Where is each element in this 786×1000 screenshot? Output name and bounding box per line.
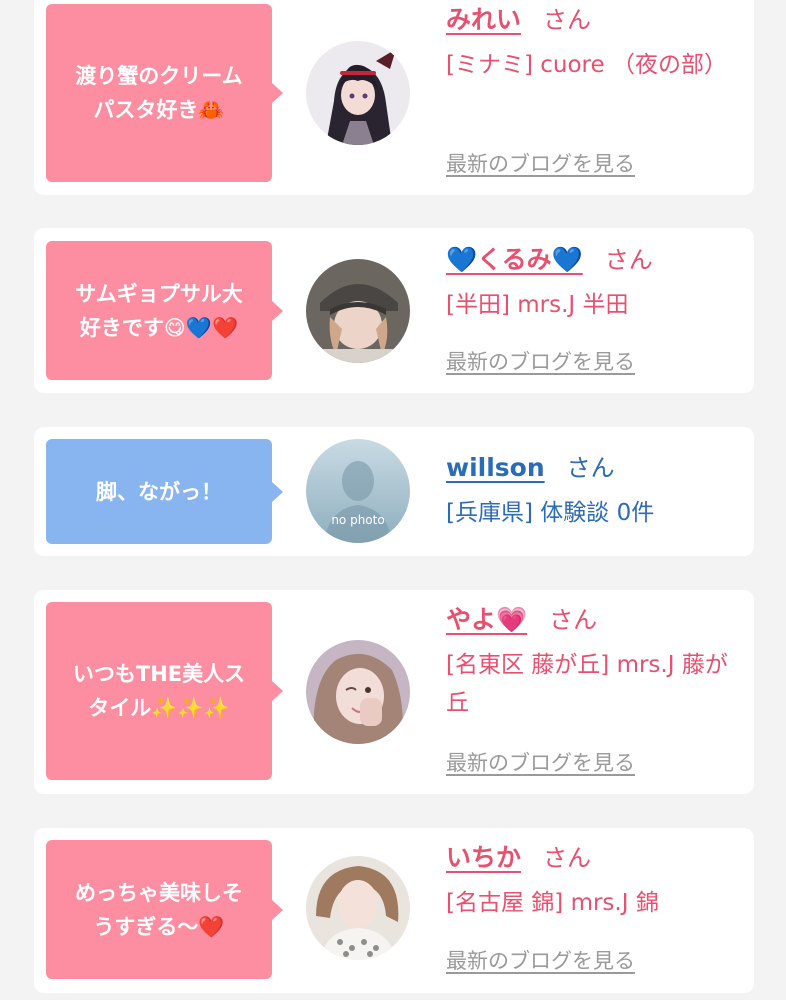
reviewer-name-link[interactable]: willson bbox=[446, 453, 545, 482]
latest-blog-link[interactable]: 最新のブログを見る bbox=[446, 747, 635, 777]
anime-girl-avatar[interactable] bbox=[306, 41, 410, 145]
honorific: さん bbox=[604, 246, 653, 274]
shop-label: [半田] mrs.J 半田 bbox=[446, 292, 629, 318]
latest-blog-link[interactable]: 最新のブログを見る bbox=[446, 945, 635, 975]
woman-winking-avatar[interactable] bbox=[306, 640, 410, 744]
review-card: めっちゃ美味しそ うすぎる〜❤️ いちか さん [名古屋 錦] mrs.J 錦 最… bbox=[34, 828, 754, 993]
review-card: いつもTHE美人ス タイル✨✨✨ やよ💗 さん [名東区 藤が丘] mrs.J 藤… bbox=[34, 590, 754, 794]
reviewer-info: willson さん [兵庫県] 体験談 0件 bbox=[446, 452, 746, 532]
woman-in-cap-avatar[interactable] bbox=[306, 259, 410, 363]
reviewer-info: いちか さん [名古屋 錦] mrs.J 錦 bbox=[446, 842, 746, 922]
review-card: 渡り蟹のクリーム パスタ好き🦀 みれい さん [ミナミ] cuore （夜の部） … bbox=[34, 0, 754, 195]
shop-label: [名東区 藤が丘] mrs.J 藤が丘 bbox=[446, 652, 728, 716]
shop-label: [名古屋 錦] mrs.J 錦 bbox=[446, 890, 659, 916]
comment-bubble: 渡り蟹のクリーム パスタ好き🦀 bbox=[46, 4, 283, 182]
reviewer-info: 💙くるみ💙 さん [半田] mrs.J 半田 bbox=[446, 244, 746, 324]
comment-bubble: いつもTHE美人ス タイル✨✨✨ bbox=[46, 602, 283, 780]
shop-label: [ミナミ] cuore （夜の部） bbox=[446, 52, 727, 78]
review-card: サムギョプサル大 好きです😋💙❤️ 💙くるみ💙 さん [半田] mrs.J 半田 … bbox=[34, 228, 754, 393]
honorific: さん bbox=[566, 454, 615, 482]
reviewer-info: みれい さん [ミナミ] cuore （夜の部） bbox=[446, 4, 746, 84]
comment-bubble: サムギョプサル大 好きです😋💙❤️ bbox=[46, 241, 283, 380]
honorific: さん bbox=[543, 844, 592, 872]
reviewer-info: やよ💗 さん [名東区 藤が丘] mrs.J 藤が丘 bbox=[446, 604, 746, 722]
reviewer-name-link[interactable]: みれい bbox=[446, 5, 521, 34]
latest-blog-link[interactable]: 最新のブログを見る bbox=[446, 148, 635, 178]
honorific: さん bbox=[549, 606, 598, 634]
review-comment-list: 渡り蟹のクリーム パスタ好き🦀 みれい さん [ミナミ] cuore （夜の部） … bbox=[0, 0, 786, 1000]
no-photo-text: no photo bbox=[331, 513, 385, 527]
no-photo-avatar[interactable] bbox=[306, 439, 410, 543]
comment-bubble: めっちゃ美味しそ うすぎる〜❤️ bbox=[46, 840, 283, 979]
comment-bubble: 脚、ながっ！ bbox=[46, 439, 283, 544]
woman-lace-top-avatar[interactable] bbox=[306, 856, 410, 960]
review-card: 脚、ながっ！ no photo willson さん [兵庫県] 体験談 0件 bbox=[34, 427, 754, 556]
honorific: さん bbox=[543, 6, 592, 34]
latest-blog-link[interactable]: 最新のブログを見る bbox=[446, 346, 635, 376]
shop-label: [兵庫県] 体験談 0件 bbox=[446, 500, 655, 526]
reviewer-name-link[interactable]: やよ💗 bbox=[446, 605, 527, 634]
reviewer-name-link[interactable]: 💙くるみ💙 bbox=[446, 245, 583, 274]
reviewer-name-link[interactable]: いちか bbox=[446, 843, 521, 872]
